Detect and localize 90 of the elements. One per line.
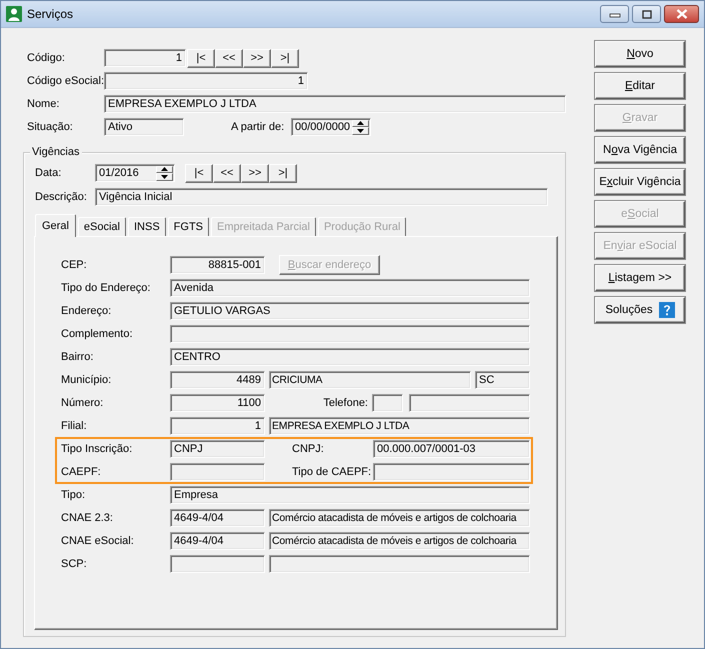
text-field[interactable]: 1 — [104, 49, 186, 67]
field-label: Filial: — [61, 420, 88, 432]
text-field[interactable] — [170, 463, 265, 481]
field-label: Número: — [61, 397, 104, 409]
text-field[interactable]: CENTRO — [170, 348, 530, 366]
date-field[interactable]: 01/2016 — [95, 164, 175, 182]
down-arrow-icon — [357, 128, 364, 133]
field-label: Complemento: — [61, 328, 134, 340]
text-field[interactable] — [170, 555, 265, 573]
field-label: Código eSocial: — [27, 75, 104, 87]
nav-button[interactable]: |< — [185, 164, 213, 182]
text-field[interactable]: EMPRESA EXEMPLO J LTDA — [104, 95, 566, 113]
field-label: Bairro: — [61, 351, 94, 363]
field-label: Situação: — [27, 121, 74, 133]
window-title: Serviços — [27, 7, 74, 21]
text-field[interactable] — [373, 463, 530, 481]
date-field[interactable]: 00/00/0000 — [291, 118, 371, 136]
field-label: CNPJ: — [291, 443, 325, 455]
text-field[interactable]: 1 — [104, 72, 308, 90]
nav-button[interactable]: >> — [243, 48, 271, 68]
close-icon — [676, 9, 688, 19]
action-button[interactable]: Editar — [595, 73, 685, 99]
group-title: Vigências — [30, 145, 82, 159]
tab[interactable]: eSocial — [78, 217, 126, 236]
nav-button[interactable]: << — [213, 164, 241, 182]
nav-button[interactable]: >| — [269, 164, 297, 182]
text-field[interactable]: 4649-4/04 — [170, 532, 265, 550]
field-label: Endereço: — [61, 305, 112, 317]
field-label: CNAE eSocial: — [61, 535, 135, 547]
text-field[interactable]: 4489 — [170, 371, 265, 389]
text-field[interactable]: SC — [475, 371, 530, 389]
spin-down-button[interactable] — [352, 127, 369, 134]
text-field[interactable] — [372, 394, 403, 412]
field-label: SCP: — [61, 558, 88, 570]
field-label: Descrição: — [35, 191, 88, 203]
text-field[interactable]: 88815-001 — [170, 256, 265, 274]
text-field[interactable]: Vigência Inicial — [95, 188, 548, 206]
text-field[interactable]: 00.000.007/0001-03 — [373, 440, 530, 458]
text-field[interactable]: CNPJ — [170, 440, 265, 458]
nav-button[interactable]: >| — [271, 48, 299, 68]
field-label: Município: — [61, 374, 112, 386]
field-label: Tipo: — [61, 489, 86, 501]
text-field[interactable]: Comércio atacadista de móveis e artigos de colchoaria — [269, 532, 530, 550]
text-field[interactable]: CRICIUMA — [269, 371, 471, 389]
field-label: Tipo do Endereço: — [61, 282, 152, 294]
user-icon — [6, 6, 22, 22]
up-arrow-icon — [357, 121, 364, 126]
up-arrow-icon — [161, 167, 168, 172]
field-label: Tipo Inscrição: — [61, 443, 134, 455]
tab[interactable]: INSS — [128, 217, 166, 236]
nav-button[interactable]: << — [215, 48, 243, 68]
close-button[interactable] — [664, 5, 699, 23]
field-label: CEP: — [61, 259, 88, 271]
tab[interactable]: FGTS — [168, 217, 210, 236]
text-field[interactable] — [269, 555, 530, 573]
action-button[interactable]: Nova Vigência — [595, 137, 685, 163]
field-label: Código: — [27, 52, 66, 64]
action-button[interactable]: Soluções — [595, 297, 685, 323]
field-label: CAEPF: — [61, 466, 102, 478]
field-label: A partir de: — [231, 121, 286, 133]
text-field[interactable]: GETULIO VARGAS — [170, 302, 530, 320]
text-field[interactable]: 1 — [170, 417, 265, 435]
minimize-button[interactable] — [600, 5, 629, 23]
action-button[interactable]: Listagem >> — [595, 265, 685, 291]
text-field[interactable]: 1100 — [170, 394, 265, 412]
text-field[interactable] — [409, 394, 530, 412]
text-field[interactable]: Empresa — [170, 486, 530, 504]
down-arrow-icon — [161, 174, 168, 179]
field-label: CNAE 2.3: — [61, 512, 114, 524]
nav-button[interactable]: |< — [187, 48, 215, 68]
text-field[interactable]: Ativo — [104, 118, 184, 136]
field-label: Data: — [35, 167, 62, 179]
spin-down-button[interactable] — [156, 173, 173, 180]
field-label: Tipo de CAEPF: — [291, 466, 372, 478]
nav-button[interactable]: >> — [241, 164, 269, 182]
text-field[interactable]: Avenida — [170, 279, 530, 297]
maximize-icon — [642, 10, 652, 18]
spin-up-button[interactable] — [156, 166, 173, 173]
tab[interactable]: Geral — [35, 214, 76, 237]
field-label: Telefone: — [322, 397, 369, 409]
action-button[interactable]: Excluir Vigência — [595, 169, 685, 195]
text-field[interactable]: Comércio atacadista de móveis e artigos de colchoaria — [269, 509, 530, 527]
text-field[interactable]: 4649-4/04 — [170, 509, 265, 527]
field-label: Nome: — [27, 98, 60, 110]
spin-up-button[interactable] — [352, 120, 369, 127]
action-button[interactable]: Novo — [595, 41, 685, 67]
text-field[interactable]: EMPRESA EXEMPLO J LTDA — [269, 417, 530, 435]
text-field[interactable] — [170, 325, 530, 343]
help-icon — [658, 302, 675, 318]
maximize-button[interactable] — [632, 5, 661, 23]
